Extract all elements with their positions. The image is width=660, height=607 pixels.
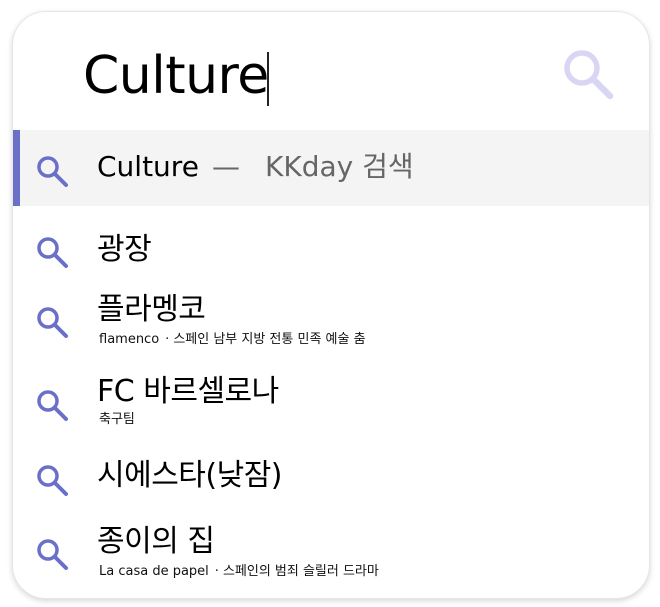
suggestion-title: 광장 [97,232,152,267]
suggestion-title: FC 바르셀로나 [97,374,279,409]
suggestion-subtitle-term: flamenco [99,332,160,347]
search-bar[interactable]: Culture [13,12,649,130]
search-icon [37,539,68,570]
search-icon [37,237,68,268]
text-caret [267,52,269,106]
suggestion-subtitle: flamenco · 스페인 남부 지방 전통 민족 예술 춤 [99,332,366,348]
suggestion-item[interactable]: 종이의 집 La casa de papel · 스페인의 범죄 슬릴러 드라마 [13,524,649,594]
suggestion-title: 종이의 집 [97,524,215,559]
suggestion-description: 스페인 남부 지방 전통 민족 예술 춤 [173,332,366,347]
suggestion-subtitle: La casa de papel · 스페인의 범죄 슬릴러 드라마 [99,564,379,580]
top-suggestion-term: Culture [97,150,199,183]
subtitle-separator: · [214,564,219,579]
suggestion-item[interactable]: 광장 [13,224,649,284]
search-icon [37,390,68,421]
top-suggestion[interactable]: Culture — KKday 검색 [13,130,649,206]
suggestion-description: 스페인의 범죄 슬릴러 드라마 [222,564,379,579]
suggestion-item[interactable]: 시에스타(낮잠) [13,454,649,514]
search-icon [37,307,68,338]
top-suggestion-separator: — [212,150,240,183]
suggestion-subtitle-term: La casa de papel [99,564,209,579]
selection-accent-bar [13,130,20,206]
subtitle-separator: · [165,332,170,347]
search-input[interactable]: Culture [83,46,269,106]
search-icon [37,156,68,187]
search-icon[interactable] [561,47,615,101]
suggestion-item[interactable]: FC 바르셀로나 축구팀 [13,374,649,442]
search-suggestion-panel: Culture Culture — KKday 검색 광장 플라멩코 flame… [12,11,650,599]
suggestion-title: 시에스타(낮잠) [97,458,283,493]
suggestion-item[interactable]: 플라멩코 flamenco · 스페인 남부 지방 전통 민족 예술 춤 [13,292,649,360]
search-icon [37,465,68,496]
suggestion-subtitle: 축구팀 [99,412,135,427]
suggestion-title: 플라멩코 [97,292,206,327]
top-suggestion-provider: KKday 검색 [265,150,414,183]
